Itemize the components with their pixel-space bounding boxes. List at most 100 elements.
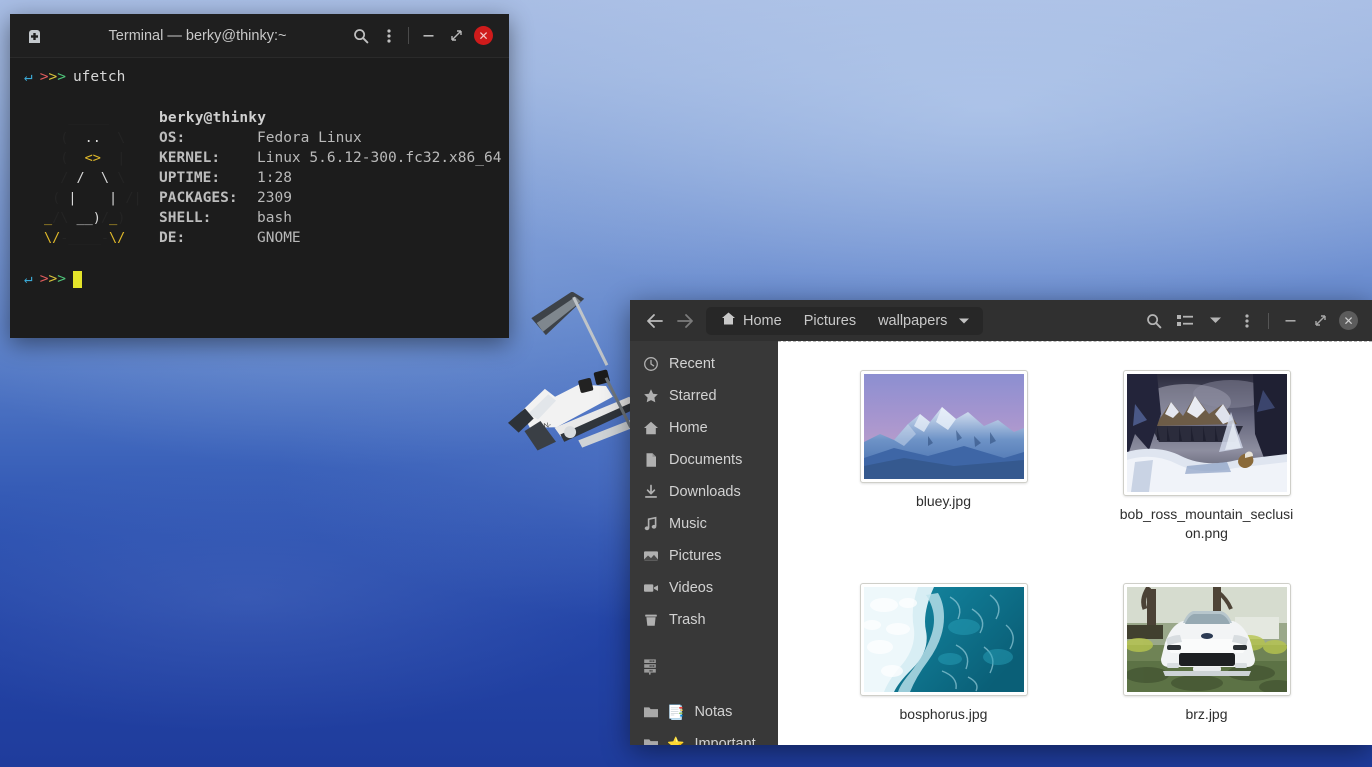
terminal-window[interactable]: Terminal — berky@thinky:~ ✕ ↵ >>> ufetch (10, 14, 509, 338)
sidebar-item-label: Documents (669, 452, 743, 468)
fetch-username: berky@thinky (159, 110, 267, 126)
sidebar-item-label: Notas (694, 704, 733, 720)
bookmark-emoji: 📑 (667, 703, 685, 720)
sidebar-bookmark-important[interactable]: ⭐ Important (630, 728, 778, 745)
info-row-uptime: UPTIME: 1:28 (159, 170, 292, 186)
desktop[interactable]: N- Terminal — berky@thinky:~ ✕ ↵ >>> ufe… (0, 0, 1372, 767)
minimize-icon[interactable] (1275, 306, 1305, 336)
sidebar[interactable]: Recent Starred Home Documents Downloads … (630, 341, 778, 745)
home-icon (721, 311, 736, 330)
thumbnail-frame[interactable] (1122, 583, 1291, 696)
sidebar-item-label: Videos (669, 580, 714, 596)
download-icon (642, 484, 659, 501)
breadcrumb[interactable]: Home Pictures wallpapers (706, 306, 984, 335)
search-icon[interactable] (1138, 306, 1169, 336)
thumbnail-frame[interactable] (1122, 370, 1291, 496)
restore-icon[interactable] (442, 22, 470, 50)
sidebar-item-downloads[interactable]: Downloads (630, 476, 778, 508)
file-label: bosphorus.jpg (899, 706, 988, 722)
sidebar-item-home[interactable]: Home (630, 412, 778, 444)
file-item-bosphorus[interactable]: bosphorus.jpg (812, 583, 1075, 724)
server-icon (642, 658, 659, 675)
kebab-menu-icon[interactable] (1231, 306, 1262, 336)
breadcrumb-item-wallpapers[interactable]: wallpapers (867, 308, 958, 334)
forward-arrow-icon[interactable] (670, 306, 700, 336)
terminal-command: ufetch (72, 69, 126, 85)
close-icon[interactable]: ✕ (474, 26, 493, 45)
search-icon[interactable] (347, 22, 375, 50)
sidebar-bookmark-notas[interactable]: 📑 Notas (630, 696, 778, 728)
thumbnail-frame[interactable] (859, 370, 1028, 483)
restore-icon[interactable] (1305, 306, 1335, 336)
file-item-bob-ross[interactable]: bob_ross_mountain_seclusion.png (1075, 370, 1338, 543)
terminal-add-icon[interactable] (20, 22, 48, 50)
file-grid: bluey.jpg bob_ross_mountain_seclusion.pn… (778, 342, 1372, 724)
divider (1268, 312, 1269, 329)
file-manager-body: Recent Starred Home Documents Downloads … (630, 341, 1372, 745)
prompt-chevron-2: > (48, 271, 58, 287)
sidebar-item-label: Home (669, 420, 708, 436)
sidebar-item-label: Pictures (669, 548, 722, 564)
bookmark-emoji: ⭐ (667, 735, 685, 746)
thumbnail-mountain-dusk (863, 374, 1024, 479)
thumbnail-white-car (1126, 587, 1287, 692)
folder-icon (642, 736, 659, 745)
sidebar-item-network[interactable] (630, 650, 778, 682)
terminal-body[interactable]: ↵ >>> ufetch _____ ( .. \ ( <> | / / \ \… (10, 58, 509, 290)
sidebar-item-label: Music (669, 516, 707, 532)
chevron-down-icon[interactable] (958, 308, 979, 334)
terminal-titlebar[interactable]: Terminal — berky@thinky:~ ✕ (10, 14, 509, 58)
info-row-os: OS: Fedora Linux (159, 130, 362, 146)
sidebar-item-recent[interactable]: Recent (630, 348, 778, 380)
sidebar-item-label: Starred (669, 388, 717, 404)
file-manager-window[interactable]: Home Pictures wallpapers ✕ Recent Starre… (630, 300, 1372, 745)
music-note-icon (642, 516, 659, 533)
prompt-arrow-icon: ↵ (24, 271, 33, 287)
file-item-bluey[interactable]: bluey.jpg (812, 370, 1075, 543)
thumbnail-bob-ross-painting (1126, 374, 1287, 492)
chevron-down-icon[interactable] (1200, 306, 1231, 336)
terminal-title: Terminal — berky@thinky:~ (108, 27, 287, 44)
terminal-cursor (72, 270, 82, 288)
back-arrow-icon[interactable] (640, 306, 670, 336)
kebab-menu-icon[interactable] (375, 22, 403, 50)
picture-icon (642, 548, 659, 565)
clock-icon (642, 356, 659, 373)
file-manager-headerbar[interactable]: Home Pictures wallpapers ✕ (630, 300, 1372, 341)
info-row-packages: PACKAGES: 2309 (159, 190, 292, 206)
prompt-arrow-icon: ↵ (24, 69, 33, 85)
star-icon (642, 388, 659, 405)
close-icon[interactable]: ✕ (1339, 311, 1358, 330)
sidebar-item-pictures[interactable]: Pictures (630, 540, 778, 572)
terminal-active-prompt[interactable]: ↵ >>> (24, 268, 509, 290)
minimize-icon[interactable] (414, 22, 442, 50)
file-label: bob_ross_mountain_seclusion.png (1119, 506, 1294, 541)
ufetch-output: _____ ( .. \ ( <> | / / \ \ ( | | /| _/\… (24, 108, 509, 248)
file-grid-area[interactable]: bluey.jpg bob_ross_mountain_seclusion.pn… (778, 341, 1372, 745)
sidebar-item-label: Trash (669, 612, 706, 628)
folder-icon (642, 704, 659, 721)
breadcrumb-item-home[interactable]: Home (710, 308, 793, 334)
sidebar-item-documents[interactable]: Documents (630, 444, 778, 476)
breadcrumb-item-pictures[interactable]: Pictures (793, 308, 867, 334)
header-actions[interactable]: ✕ (1138, 306, 1366, 336)
file-label: bluey.jpg (915, 493, 971, 509)
file-label: brz.jpg (1185, 706, 1228, 722)
sidebar-item-trash[interactable]: Trash (630, 604, 778, 636)
prompt-chevron-2: > (48, 69, 58, 85)
document-icon (642, 452, 659, 469)
file-item-brz[interactable]: brz.jpg (1075, 583, 1338, 724)
sidebar-item-label: Recent (669, 356, 715, 372)
sidebar-item-label: Important (694, 736, 756, 745)
tux-ascii-art: _____ ( .. \ ( <> | / / \ \ ( | | /| _/\… (44, 110, 142, 246)
sidebar-item-videos[interactable]: Videos (630, 572, 778, 604)
view-list-icon[interactable] (1169, 306, 1200, 336)
sidebar-item-starred[interactable]: Starred (630, 380, 778, 412)
terminal-command-line: ↵ >>> ufetch (24, 66, 509, 88)
airplane-wallpaper-element: N- (507, 292, 641, 451)
thumbnail-frame[interactable] (859, 583, 1028, 696)
sidebar-item-music[interactable]: Music (630, 508, 778, 540)
divider (408, 27, 409, 44)
